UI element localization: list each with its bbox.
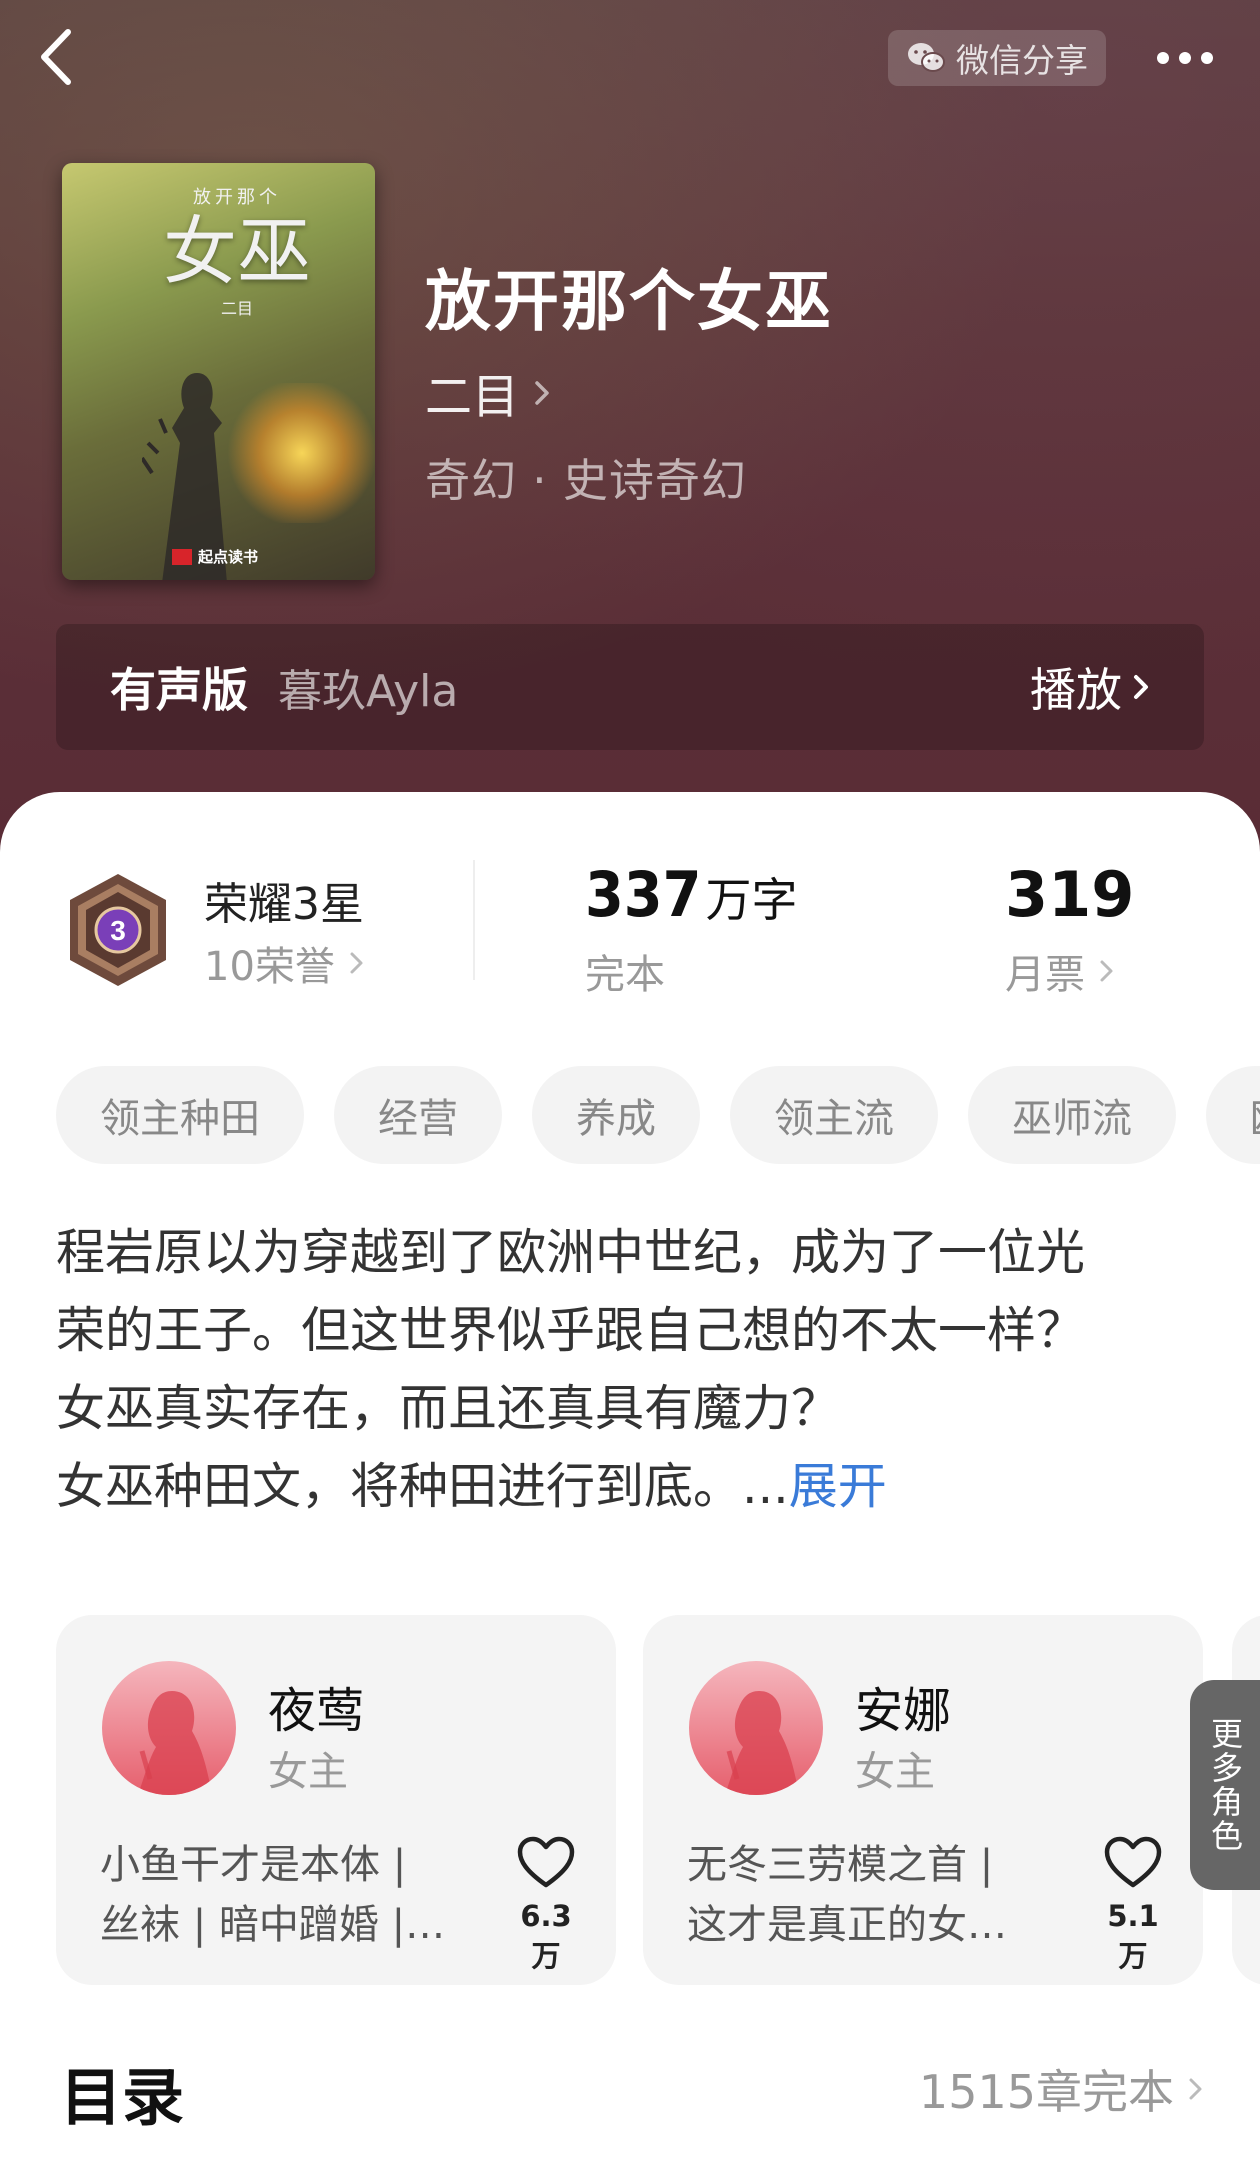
book-synopsis: 程岩原以为穿越到了欧洲中世纪，成为了一位光 荣的王子。但这世界似乎跟自己想的不太… [56,1214,1206,1526]
cover-author: 二目 [220,299,253,318]
back-button[interactable] [30,22,90,92]
book-genre: 奇幻 · 史诗奇幻 [425,454,747,507]
synopsis-last-line: 女巫种田文，将种田进行到底。...展开 [56,1448,1206,1526]
synopsis-line: 女巫种田文，将种田进行到底。... [56,1458,789,1515]
honor-badge-icon: 3 [70,874,166,986]
character-desc-line: 丝袜 | 暗中蹭婚 |… [100,1902,446,1948]
audiobook-label: 有声版 [110,663,248,717]
character-card[interactable]: 安娜 女主 无冬三劳模之首 | 这才是真正的女… 5.1万 [643,1615,1203,1985]
chevron-right-icon [350,952,363,974]
wechat-share-button[interactable]: 微信分享 [888,30,1106,86]
expand-link[interactable]: 展开 [789,1458,887,1515]
character-description: 小鱼干才是本体 | 丝袜 | 暗中蹭婚 |… [100,1835,460,1955]
synopsis-line: 荣的王子。但这世界似乎跟自己想的不太一样？ [56,1302,1086,1359]
word-count: 337 万字 [585,858,797,931]
honor-badge-number: 3 [110,915,126,946]
play-label: 播放 [1030,663,1122,717]
dot-icon [1201,52,1213,64]
toc-title: 目录 [60,2061,185,2134]
book-title: 放开那个女巫 [425,262,833,340]
word-count-unit: 万字 [705,873,798,927]
book-header: 微信分享 放开那个 女巫 二目 起点读书 放开那个女巫 二目 奇幻 · 史诗奇幻… [0,0,1260,860]
audiobook-bar[interactable]: 有声版 暮玖Ayla 播放 [56,624,1204,750]
tag-chip[interactable]: 养成 [532,1066,700,1164]
heart-icon [1104,1836,1162,1888]
more-options-button[interactable] [1140,30,1230,86]
synopsis-line: 程岩原以为穿越到了欧洲中世纪，成为了一位光 [56,1224,1086,1281]
honor-points: 10荣誉 [204,944,335,990]
dot-icon [1179,52,1191,64]
dot-icon [1157,52,1169,64]
author-name: 二目 [425,370,519,425]
author-link[interactable]: 二目 [425,358,551,427]
book-cover[interactable]: 放开那个 女巫 二目 起点读书 [62,163,375,580]
play-button[interactable]: 播放 [1030,654,1150,720]
cover-subtitle: 放开那个 [193,187,281,208]
book-status: 完本 [585,952,665,998]
female-silhouette-icon [725,1691,799,1795]
tag-chip[interactable]: 欧 [1206,1066,1260,1164]
female-silhouette-icon [138,1691,212,1795]
more-roles-button[interactable]: 更多角色 [1190,1680,1260,1890]
cover-main-title: 女巫 [163,209,311,295]
like-count: 5.1万 [1107,1899,1159,1973]
honor-points-link[interactable]: 10荣誉 [204,934,365,992]
tag-chip[interactable]: 经营 [334,1066,502,1164]
character-desc-line: 小鱼干才是本体 | [100,1842,407,1888]
character-description: 无冬三劳模之首 | 这才是真正的女… [687,1835,1047,1955]
character-desc-line: 这才是真正的女… [687,1902,1007,1948]
heart-icon [517,1836,575,1888]
character-desc-line: 无冬三劳模之首 | [687,1842,994,1888]
back-arrow-icon [41,29,71,85]
character-card[interactable]: 夜莺 女主 小鱼干才是本体 | 丝袜 | 暗中蹭婚 |… 6.3万 [56,1615,616,1985]
chevron-right-icon [1189,2078,1202,2100]
monthly-votes-count: 319 [1005,858,1135,931]
monthly-votes-link[interactable]: 月票 [1005,942,1115,1000]
character-role: 女主 [268,1749,348,1795]
avatar [102,1661,236,1795]
wechat-icon [908,43,945,72]
synopsis-line: 女巫真实存在，而且还真具有魔力？ [56,1380,841,1437]
like-button[interactable]: 6.3万 [506,1835,586,1975]
toc-link[interactable]: 1515章完本 [919,2056,1204,2122]
chevron-right-icon [1100,960,1113,982]
word-count-number: 337 [585,858,702,931]
toc-chapter-count: 1515章完本 [918,2065,1174,2119]
publisher-name: 起点读书 [198,548,259,566]
honor-title[interactable]: 荣耀3星 [204,868,364,932]
avatar [689,1661,823,1795]
tag-chip[interactable]: 巫师流 [968,1066,1176,1164]
tag-chip[interactable]: 领主流 [730,1066,938,1164]
share-label: 微信分享 [956,41,1088,80]
character-name: 夜莺 [268,1683,365,1739]
book-detail-card: 3 荣耀3星 10荣誉 337 万字 完本 319 月票 领主种田 经营 养成 … [0,792,1260,2157]
monthly-votes-label: 月票 [1005,952,1085,998]
audiobook-narrator: 暮玖Ayla [278,666,459,717]
cover-title: 放开那个 女巫 二目 [132,183,342,319]
chevron-right-icon [535,380,549,405]
like-button[interactable]: 5.1万 [1093,1835,1173,1975]
publisher-logo-icon [172,548,192,565]
divider [473,860,475,980]
character-name: 安娜 [855,1683,952,1739]
tag-chip[interactable]: 领主种田 [56,1066,304,1164]
cover-publisher: 起点读书 [172,546,258,567]
chevron-right-icon [1134,675,1148,699]
character-role: 女主 [855,1749,935,1795]
tag-list: 领主种田 经营 养成 领主流 巫师流 欧 [56,1066,1260,1164]
like-count: 6.3万 [520,1899,572,1973]
